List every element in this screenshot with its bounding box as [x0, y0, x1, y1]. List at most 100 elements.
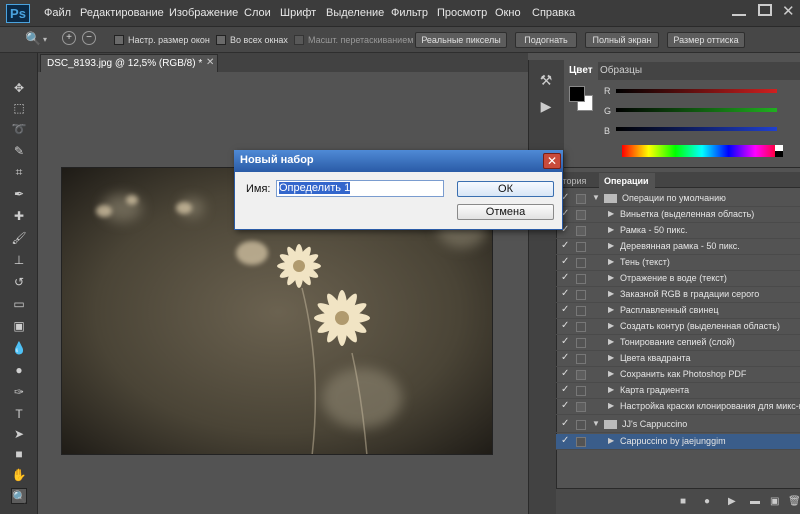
- zoom-tool-icon[interactable]: 🔍: [25, 31, 41, 47]
- expand-icon[interactable]: ▶: [608, 289, 614, 298]
- action-row[interactable]: ✓ ▶ Заказной RGB в градации серого: [556, 287, 800, 303]
- menu-type[interactable]: Шрифт: [280, 7, 316, 19]
- action-row-selected[interactable]: ✓ ▶ Cappuccino by jaejunggim: [556, 434, 800, 450]
- red-slider[interactable]: [616, 89, 777, 93]
- check-icon[interactable]: ✓: [561, 368, 569, 379]
- brush-tool-icon[interactable]: 🖌: [11, 230, 27, 246]
- minimize-icon[interactable]: [732, 6, 746, 16]
- menu-edit[interactable]: Редактирование: [80, 7, 164, 19]
- eraser-tool-icon[interactable]: ▭: [11, 296, 27, 312]
- check-icon[interactable]: ✓: [561, 240, 569, 251]
- shape-tool-icon[interactable]: ■: [11, 446, 27, 462]
- new-set-icon[interactable]: ▬: [750, 496, 760, 507]
- check-icon[interactable]: ✓: [561, 384, 569, 395]
- delete-icon[interactable]: 🗑: [788, 496, 800, 507]
- dialog-toggle-icon[interactable]: [576, 437, 586, 447]
- check-icon[interactable]: ✓: [561, 400, 569, 411]
- menu-file[interactable]: Файл: [44, 7, 71, 19]
- path-select-tool-icon[interactable]: ➤: [11, 426, 27, 442]
- check-icon[interactable]: ✓: [561, 304, 569, 315]
- expand-icon[interactable]: ▶: [608, 241, 614, 250]
- ok-button[interactable]: ОК: [457, 181, 554, 197]
- expand-icon[interactable]: ▶: [608, 369, 614, 378]
- quick-select-tool-icon[interactable]: ✎: [11, 143, 27, 159]
- action-row[interactable]: ✓ ▶ Расплавленный свинец: [556, 303, 800, 319]
- dialog-toggle-icon[interactable]: [576, 258, 586, 268]
- zoom-tool-icon[interactable]: 🔍: [11, 488, 27, 504]
- expand-icon[interactable]: ▶: [608, 321, 614, 330]
- gradient-tool-icon[interactable]: ▣: [11, 318, 27, 334]
- action-row[interactable]: ✓ ▶ Тонирование сепией (слой): [556, 335, 800, 351]
- action-row[interactable]: ✓ ▶ Сохранить как Photoshop PDF: [556, 367, 800, 383]
- action-row[interactable]: ✓ ▶ Рамка - 50 пикс.: [556, 223, 800, 239]
- lasso-tool-icon[interactable]: ➰: [11, 121, 27, 137]
- clone-stamp-tool-icon[interactable]: ⊥: [11, 252, 27, 268]
- menu-filter[interactable]: Фильтр: [391, 7, 428, 19]
- expand-icon[interactable]: ▶: [608, 401, 614, 410]
- color-spectrum[interactable]: [622, 145, 782, 157]
- name-input[interactable]: Определить 1: [276, 180, 444, 197]
- print-size-button[interactable]: Размер оттиска: [667, 32, 745, 48]
- blue-slider[interactable]: [616, 127, 777, 131]
- marquee-tool-icon[interactable]: ⬚: [11, 100, 27, 116]
- stop-icon[interactable]: ■: [680, 496, 686, 507]
- dialog-toggle-icon[interactable]: [576, 306, 586, 316]
- action-row[interactable]: ✓ ▶ Деревянная рамка - 50 пикс.: [556, 239, 800, 255]
- action-set-row[interactable]: ✓ ▼ Операции по умолчанию: [556, 191, 800, 207]
- check-icon[interactable]: ✓: [561, 256, 569, 267]
- blur-tool-icon[interactable]: 💧: [11, 340, 27, 356]
- history-panel-icon[interactable]: ⚒: [536, 72, 556, 92]
- dialog-toggle-icon[interactable]: [576, 402, 586, 412]
- actions-panel-icon[interactable]: ▶: [536, 98, 556, 118]
- expand-icon[interactable]: ▼: [592, 419, 600, 428]
- check-icon[interactable]: ✓: [561, 288, 569, 299]
- action-row[interactable]: ✓ ▶ Создать контур (выделенная область): [556, 319, 800, 335]
- close-window-icon[interactable]: ✕: [782, 2, 795, 20]
- expand-icon[interactable]: ▶: [608, 305, 614, 314]
- menu-window[interactable]: Окно: [495, 7, 521, 19]
- crop-tool-icon[interactable]: ⌗: [11, 164, 27, 180]
- zoom-in-icon[interactable]: +: [62, 31, 76, 45]
- dialog-toggle-icon[interactable]: [576, 338, 586, 348]
- resize-windows-checkbox[interactable]: [114, 35, 124, 45]
- check-icon[interactable]: ✓: [561, 272, 569, 283]
- dialog-toggle-icon[interactable]: [576, 226, 586, 236]
- pen-tool-icon[interactable]: ✑: [11, 384, 27, 400]
- dialog-toggle-icon[interactable]: [576, 354, 586, 364]
- play-icon[interactable]: ▶: [728, 496, 736, 507]
- action-row[interactable]: ✓ ▶ Тень (текст): [556, 255, 800, 271]
- hand-tool-icon[interactable]: ✋: [11, 467, 27, 483]
- dialog-toggle-icon[interactable]: [576, 210, 586, 220]
- action-row[interactable]: ✓ ▶ Настройка краски клонирования для микс…: [556, 399, 800, 415]
- expand-icon[interactable]: ▶: [608, 385, 614, 394]
- healing-brush-tool-icon[interactable]: ✚: [11, 208, 27, 224]
- check-icon[interactable]: ✓: [561, 418, 569, 429]
- dialog-toggle-icon[interactable]: [576, 386, 586, 396]
- dialog-toggle-icon[interactable]: [576, 370, 586, 380]
- expand-icon[interactable]: ▶: [608, 337, 614, 346]
- menu-image[interactable]: Изображение: [169, 7, 238, 19]
- zoom-out-icon[interactable]: −: [82, 31, 96, 45]
- expand-icon[interactable]: ▶: [608, 257, 614, 266]
- action-set-row[interactable]: ✓ ▼ JJ's Cappuccino: [556, 417, 800, 433]
- dialog-toggle-icon[interactable]: [576, 420, 586, 430]
- maximize-icon[interactable]: [758, 4, 772, 16]
- dialog-close-icon[interactable]: ✕: [543, 153, 561, 169]
- expand-icon[interactable]: ▶: [608, 209, 614, 218]
- expand-icon[interactable]: ▶: [608, 353, 614, 362]
- dialog-toggle-icon[interactable]: [576, 274, 586, 284]
- check-icon[interactable]: ✓: [561, 320, 569, 331]
- document-tab[interactable]: DSC_8193.jpg @ 12,5% (RGB/8) *: [40, 54, 218, 72]
- dialog-toggle-icon[interactable]: [576, 290, 586, 300]
- foreground-color-swatch[interactable]: [569, 86, 585, 102]
- new-action-icon[interactable]: ▣: [770, 496, 779, 507]
- record-icon[interactable]: ●: [704, 496, 710, 507]
- scrubby-zoom-checkbox[interactable]: [294, 35, 304, 45]
- action-row[interactable]: ✓ ▶ Карта градиента: [556, 383, 800, 399]
- dialog-toggle-icon[interactable]: [576, 242, 586, 252]
- close-document-icon[interactable]: ✕: [206, 57, 214, 68]
- history-brush-tool-icon[interactable]: ↺: [11, 274, 27, 290]
- move-tool-icon[interactable]: ✥: [11, 80, 27, 96]
- expand-icon[interactable]: ▶: [608, 273, 614, 282]
- action-row[interactable]: ✓ ▶ Цвета квадранта: [556, 351, 800, 367]
